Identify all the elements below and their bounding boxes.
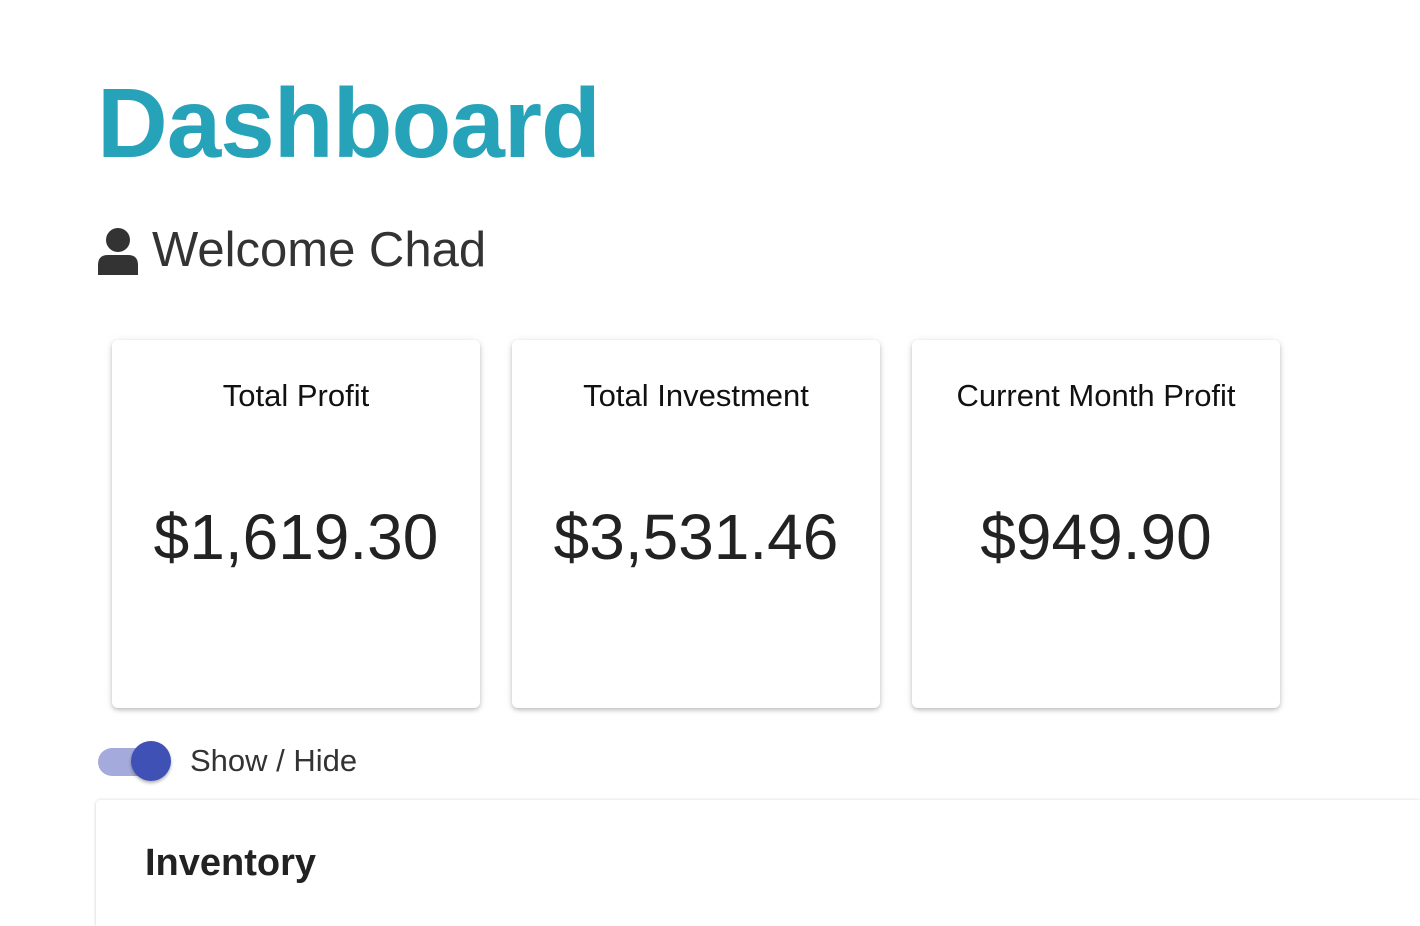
welcome-text: Welcome Chad xyxy=(152,223,487,277)
card-title: Current Month Profit xyxy=(956,378,1236,413)
toggle-label: Show / Hide xyxy=(190,743,358,778)
dashboard-page: Dashboard Welcome Chad Total Profit $1,6… xyxy=(0,0,1420,926)
card-value: $1,619.30 xyxy=(153,501,439,573)
card-title: Total Investment xyxy=(583,378,809,413)
card-value: $3,531.46 xyxy=(553,501,839,573)
card-total-investment: Total Investment $3,531.46 xyxy=(512,340,880,708)
show-hide-switch[interactable] xyxy=(98,740,174,782)
card-title: Total Profit xyxy=(222,378,370,413)
welcome-banner: Welcome Chad xyxy=(96,226,486,275)
show-hide-toggle-row: Show / Hide xyxy=(98,740,357,782)
card-current-month-profit: Current Month Profit $949.90 xyxy=(912,340,1280,708)
card-value: $949.90 xyxy=(980,501,1212,573)
switch-thumb[interactable] xyxy=(131,741,171,781)
page-title: Dashboard xyxy=(97,68,601,178)
user-icon xyxy=(98,227,138,275)
summary-cards: Total Profit $1,619.30 Total Investment … xyxy=(112,340,1280,708)
inventory-title: Inventory xyxy=(145,842,317,884)
card-total-profit: Total Profit $1,619.30 xyxy=(112,340,480,708)
inventory-panel: Inventory xyxy=(96,800,1420,926)
